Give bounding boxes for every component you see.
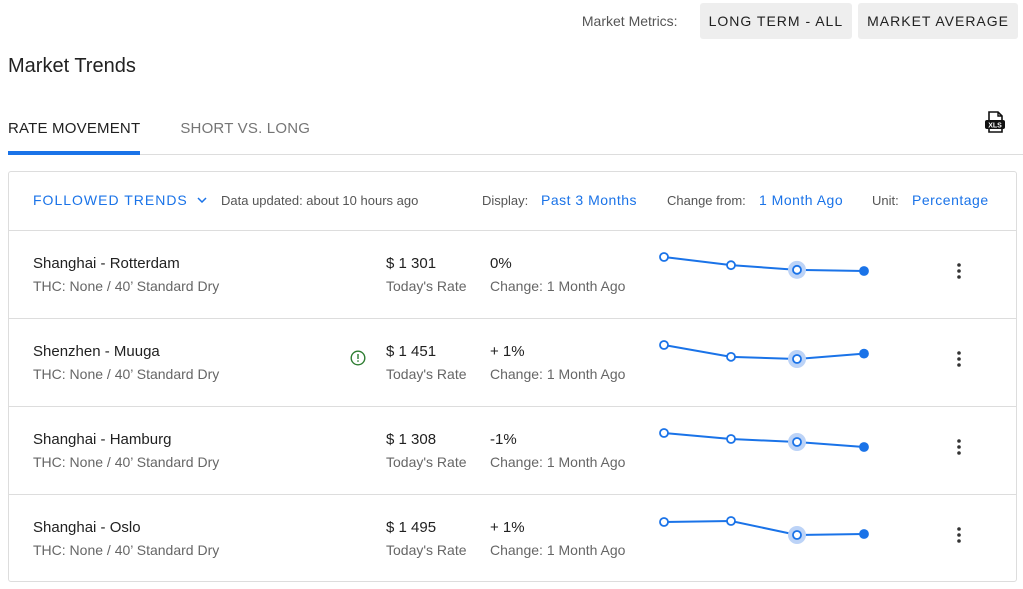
todays-rate-label: Today's Rate <box>386 366 467 382</box>
data-updated-text: Data updated: about 10 hours ago <box>221 193 419 208</box>
more-vert-icon <box>957 351 961 367</box>
xls-export-icon[interactable]: XLS <box>984 111 1006 133</box>
followed-trends-panel: FOLLOWED TRENDS Data updated: about 10 h… <box>8 171 1017 582</box>
more-options-button[interactable] <box>947 523 971 547</box>
long-term-all-button[interactable]: LONG TERM - ALL <box>699 3 853 39</box>
rate-sparkline <box>659 428 869 452</box>
todays-rate-value: $ 1 308 <box>386 431 437 448</box>
sparkline-point <box>792 264 802 275</box>
sparkline-point <box>659 517 669 527</box>
rate-sparkline <box>659 516 869 544</box>
sparkline-point <box>726 260 736 271</box>
sparkline-point <box>726 516 736 526</box>
todays-rate-label: Today's Rate <box>386 454 467 470</box>
route-name: Shenzhen - Muuga <box>33 343 160 360</box>
todays-rate-value: $ 1 495 <box>386 519 437 536</box>
trends-toolbar: FOLLOWED TRENDS Data updated: about 10 h… <box>9 172 1016 231</box>
sparkline-path <box>663 344 865 361</box>
sparkline-point <box>792 437 802 447</box>
sparkline-point <box>859 442 869 452</box>
trend-row[interactable]: Shanghai - Rotterdam THC: None / 40’ Stan… <box>9 231 1016 319</box>
display-label: Display: <box>482 193 529 208</box>
more-options-button[interactable] <box>947 347 971 371</box>
route-name: Shanghai - Hamburg <box>33 431 172 448</box>
route-details: THC: None / 40’ Standard Dry <box>33 366 220 382</box>
followed-trends-label: FOLLOWED TRENDS <box>33 192 188 208</box>
sparkline-point <box>726 434 736 444</box>
sparkline-point <box>859 266 869 276</box>
todays-rate-label: Today's Rate <box>386 542 467 558</box>
change-label: Change: 1 Month Ago <box>490 454 626 470</box>
more-options-button[interactable] <box>947 259 971 283</box>
sparkline-point <box>792 530 802 540</box>
trend-row[interactable]: Shenzhen - Muuga THC: None / 40’ Standard… <box>9 319 1016 407</box>
sparkline-path <box>663 256 865 272</box>
sparkline-point <box>659 340 669 350</box>
display-selector[interactable]: Past 3 Months <box>541 192 637 208</box>
change-label: Change: 1 Month Ago <box>490 542 626 558</box>
trend-row[interactable]: Shanghai - Hamburg THC: None / 40’ Standa… <box>9 407 1016 495</box>
change-value: -1% <box>490 431 517 448</box>
sparkline-path <box>663 432 865 448</box>
change-value: 0% <box>490 255 512 272</box>
route-details: THC: None / 40’ Standard Dry <box>33 454 220 470</box>
market-metrics-label: Market Metrics: <box>581 13 678 29</box>
svg-text:XLS: XLS <box>988 122 1002 129</box>
chevron-down-icon <box>197 197 207 203</box>
route-name: Shanghai - Rotterdam <box>33 255 180 272</box>
route-details: THC: None / 40’ Standard Dry <box>33 542 220 558</box>
tab-rate-movement[interactable]: RATE MOVEMENT <box>8 106 141 155</box>
more-vert-icon <box>957 263 961 279</box>
tab-short-vs-long[interactable]: SHORT VS. LONG <box>180 106 310 154</box>
sparkline-point <box>659 252 669 262</box>
sparkline-point <box>659 428 669 438</box>
rate-sparkline <box>659 340 869 368</box>
change-label: Change: 1 Month Ago <box>490 366 626 382</box>
change-from-label: Change from: <box>667 193 746 208</box>
sparkline-path <box>663 519 865 537</box>
market-average-button[interactable]: MARKET AVERAGE <box>858 3 1018 39</box>
tab-bar: RATE MOVEMENT SHORT VS. LONG <box>8 106 1023 155</box>
followed-trends-dropdown[interactable]: FOLLOWED TRENDS <box>33 192 207 208</box>
more-vert-icon <box>957 439 961 455</box>
warning-icon[interactable] <box>350 350 366 366</box>
more-options-button[interactable] <box>947 435 971 459</box>
change-value: + 1% <box>490 343 525 360</box>
rate-sparkline <box>659 252 869 279</box>
change-value: + 1% <box>490 519 525 536</box>
unit-selector[interactable]: Percentage <box>912 192 989 208</box>
route-name: Shanghai - Oslo <box>33 519 141 536</box>
page-title: Market Trends <box>8 55 136 77</box>
market-metrics-bar: Market Metrics: LONG TERM - ALL MARKET A… <box>582 3 1018 39</box>
sparkline-point <box>859 529 869 539</box>
change-label: Change: 1 Month Ago <box>490 278 626 294</box>
sparkline-point <box>726 351 736 362</box>
sparkline-point <box>859 348 869 359</box>
sparkline-point <box>792 354 802 364</box>
todays-rate-value: $ 1 451 <box>386 343 437 360</box>
todays-rate-value: $ 1 301 <box>386 255 437 272</box>
unit-label: Unit: <box>872 193 899 208</box>
route-details: THC: None / 40’ Standard Dry <box>33 278 220 294</box>
todays-rate-label: Today's Rate <box>386 278 467 294</box>
trend-row[interactable]: Shanghai - Oslo THC: None / 40’ Standard … <box>9 495 1016 583</box>
change-from-selector[interactable]: 1 Month Ago <box>759 192 843 208</box>
more-vert-icon <box>957 527 961 543</box>
